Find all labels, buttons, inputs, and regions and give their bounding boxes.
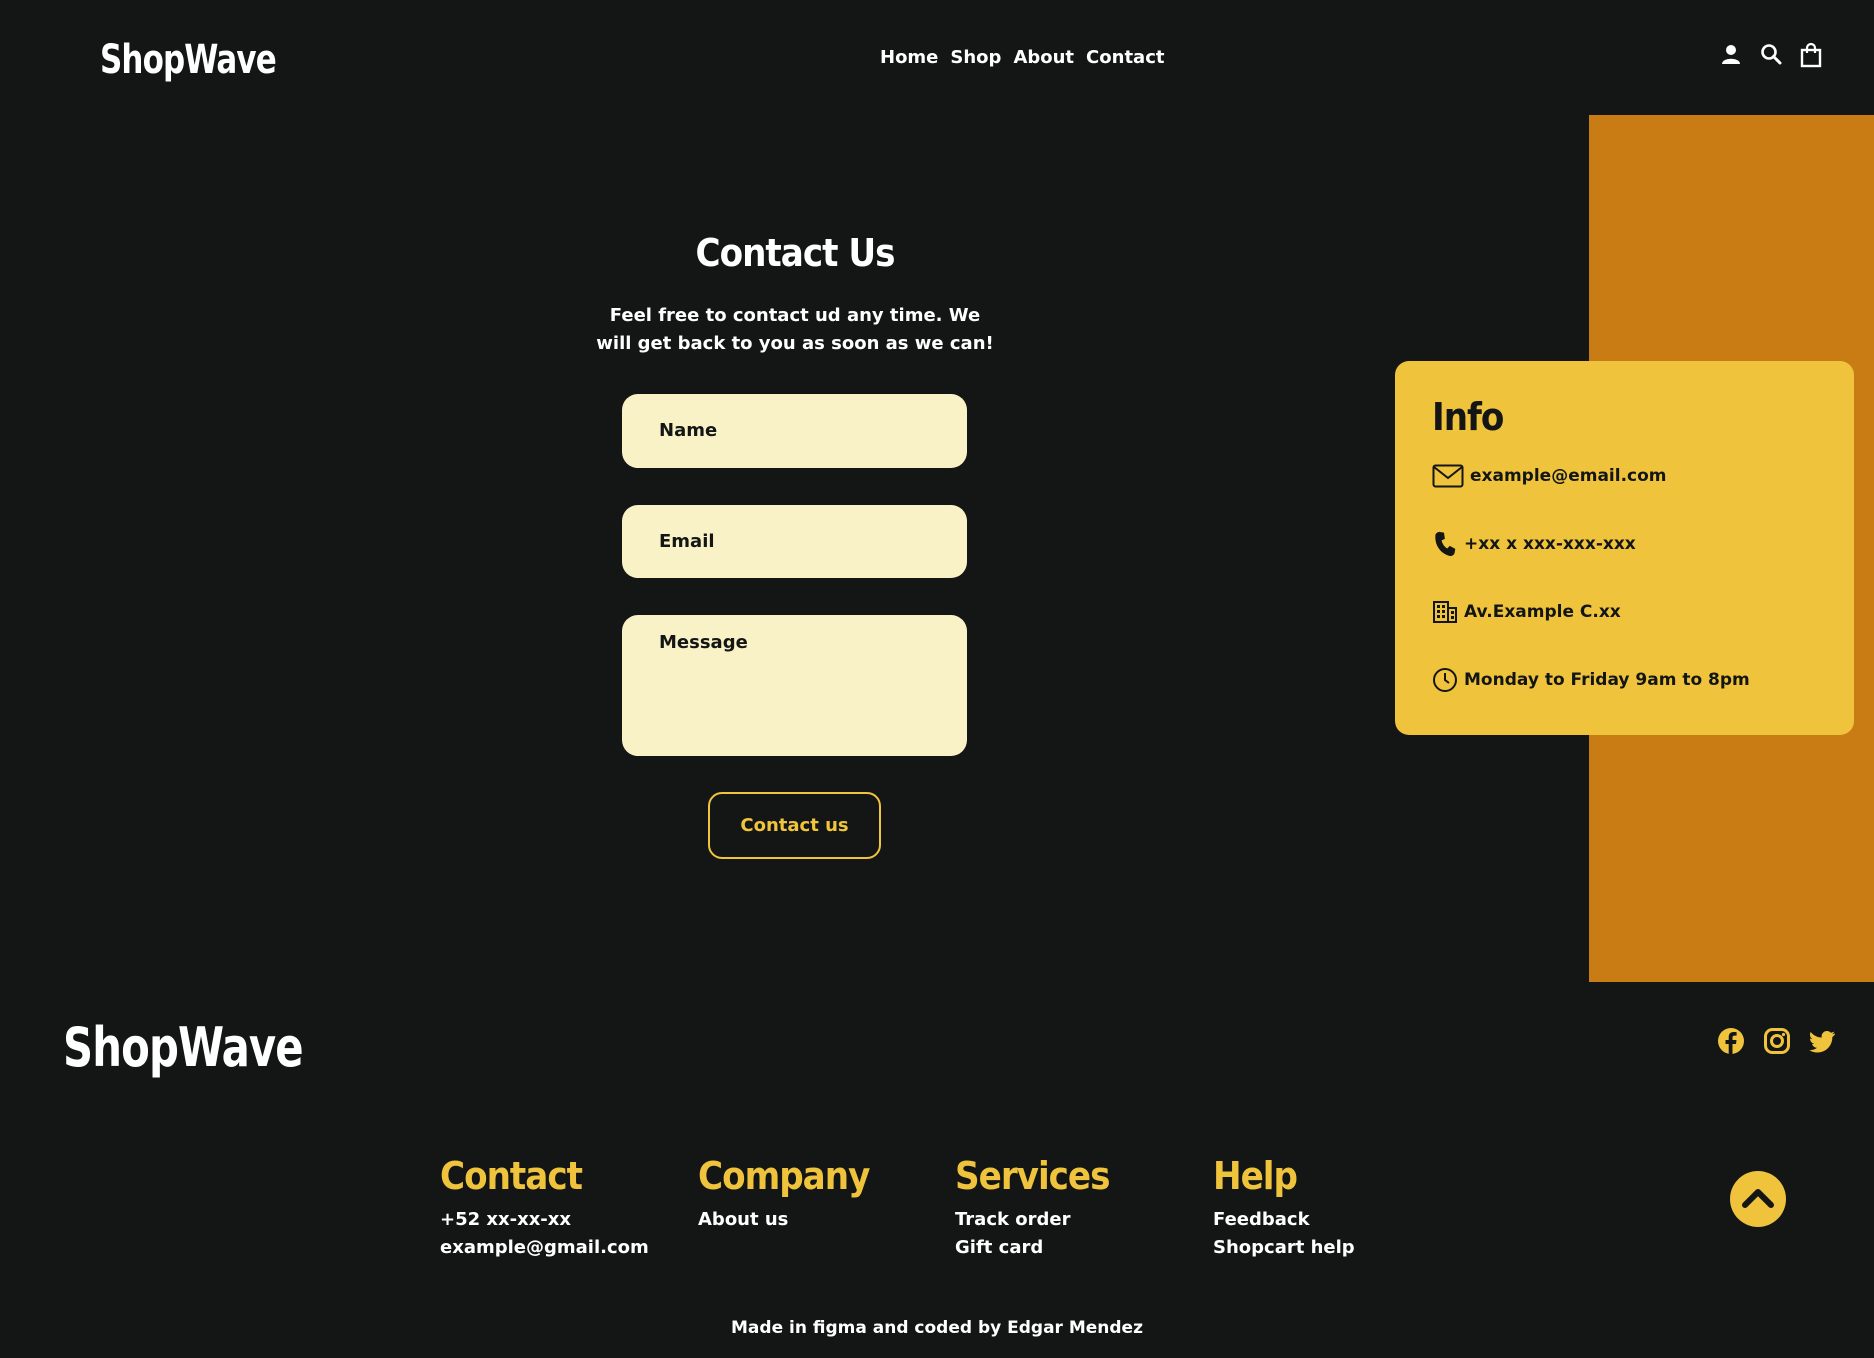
back-to-top-button[interactable] — [1730, 1171, 1786, 1227]
footer-link[interactable]: example@gmail.com — [440, 1234, 649, 1262]
footer-link[interactable]: About us — [698, 1206, 869, 1234]
footer-link[interactable]: +52 xx-xx-xx — [440, 1206, 649, 1234]
instagram-icon[interactable] — [1763, 1027, 1791, 1055]
nav-home[interactable]: Home — [880, 44, 938, 72]
name-field[interactable]: Name — [622, 394, 967, 468]
email-field[interactable]: Email — [622, 505, 967, 578]
footer-link[interactable]: Shopcart help — [1213, 1234, 1355, 1262]
footer-link[interactable]: Feedback — [1213, 1206, 1355, 1234]
info-email-row: example@email.com — [1432, 463, 1667, 489]
chevron-up-icon — [1741, 1185, 1775, 1213]
user-icon[interactable] — [1720, 42, 1742, 68]
footer-col-company: Company About us — [698, 1150, 870, 1234]
footer-link[interactable]: Gift card — [955, 1234, 1109, 1262]
footer-col-help: Help Feedback Shopcart help — [1213, 1150, 1355, 1262]
main-nav: Home Shop About Contact — [880, 44, 1164, 72]
page-title: Contact Us — [695, 231, 896, 275]
info-title: Info — [1432, 395, 1504, 439]
shopping-bag-icon[interactable] — [1800, 42, 1822, 68]
info-hours: Monday to Friday 9am to 8pm — [1464, 670, 1750, 690]
footer-link[interactable]: Track order — [955, 1206, 1109, 1234]
info-email: example@email.com — [1470, 466, 1667, 486]
footer-col-title: Company — [698, 1154, 870, 1198]
footer-col-title: Help — [1213, 1154, 1298, 1198]
info-phone: +xx x xxx-xxx-xxx — [1464, 534, 1636, 554]
footer-col-services: Services Track order Gift card — [955, 1150, 1110, 1262]
info-address: Av.Example C.xx — [1464, 602, 1621, 622]
info-address-row: Av.Example C.xx — [1432, 599, 1621, 625]
nav-about[interactable]: About — [1013, 44, 1074, 72]
social-links — [1717, 1027, 1837, 1055]
nav-contact[interactable]: Contact — [1086, 44, 1164, 72]
footer-col-title: Services — [955, 1154, 1110, 1198]
header-actions — [1720, 42, 1822, 68]
search-icon[interactable] — [1760, 42, 1782, 68]
footer-col-contact: Contact +52 xx-xx-xx example@gmail.com — [440, 1150, 649, 1262]
page-subtitle: Feel free to contact ud any time. We wil… — [596, 305, 994, 354]
footer-credit: Made in figma and coded by Edgar Mendez — [731, 1318, 1143, 1338]
info-phone-row: +xx x xxx-xxx-xxx — [1432, 531, 1636, 557]
nav-shop[interactable]: Shop — [950, 44, 1001, 72]
info-card: Info example@email.com +xx x xxx-xxx-xxx… — [1395, 361, 1854, 735]
envelope-icon — [1432, 464, 1464, 488]
brand-logo[interactable]: ShopWave — [100, 30, 277, 90]
clock-icon — [1432, 667, 1458, 693]
info-hours-row: Monday to Friday 9am to 8pm — [1432, 667, 1750, 693]
footer-brand-logo[interactable]: ShopWave — [63, 1010, 304, 1086]
message-field[interactable]: Message — [622, 615, 967, 756]
twitter-icon[interactable] — [1809, 1027, 1837, 1055]
facebook-icon[interactable] — [1717, 1027, 1745, 1055]
phone-icon — [1432, 531, 1458, 557]
footer-col-title: Contact — [440, 1154, 583, 1198]
building-icon — [1432, 599, 1458, 625]
contact-submit-button[interactable]: Contact us — [708, 792, 881, 859]
